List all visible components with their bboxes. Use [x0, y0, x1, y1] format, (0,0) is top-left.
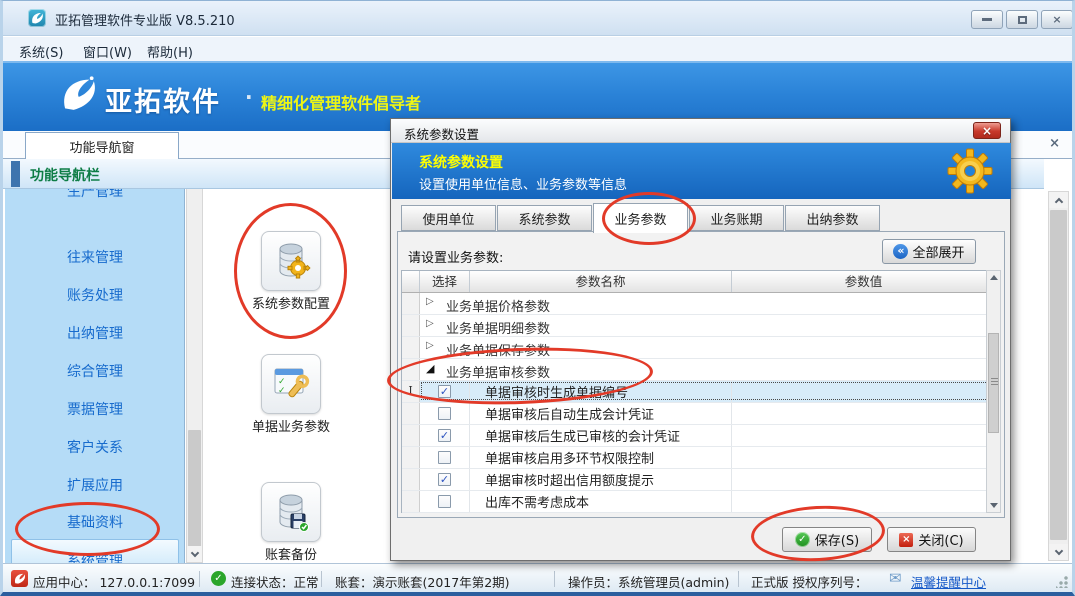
close-x-icon: × — [899, 532, 914, 547]
dialog-title: 系统参数设置 — [404, 127, 480, 142]
dialog-close-button[interactable]: × — [973, 122, 1001, 139]
reminder-center-link[interactable]: 温馨提醒中心 — [911, 572, 986, 591]
status-license: 正式版 授权序列号： — [751, 575, 868, 590]
scrollbar-thumb[interactable] — [988, 333, 999, 433]
database-backup-icon — [279, 494, 309, 532]
col-name[interactable]: 参数名称 — [470, 271, 732, 292]
brand-slogan: 精细化管理软件倡导者 — [261, 94, 422, 113]
system-params-dialog: 系统参数设置 × 系统参数设置 设置使用单位信息、业务参数等信息 使用单位 系统… — [390, 118, 1011, 561]
tab-business-period[interactable]: 业务账期 — [689, 205, 784, 231]
sidebar-item-crm[interactable]: 客户关系 — [5, 437, 184, 459]
sidebar-item-bills[interactable]: 票据管理 — [5, 399, 184, 421]
sidebar-item-cashier[interactable]: 出纳管理 — [5, 323, 184, 345]
menu-window[interactable]: 窗口(W) — [77, 40, 138, 63]
menu-help[interactable]: 帮助(H) — [141, 40, 199, 63]
expand-all-icon: « — [893, 244, 909, 259]
table-row[interactable]: ▷ 业务单据明细参数 — [402, 315, 995, 337]
status-bar: 应用中心： 127.0.0.1:7099 ✓ 连接状态：正常 账套：演示账套(2… — [3, 563, 1072, 592]
maximize-button[interactable] — [1006, 10, 1038, 29]
col-value[interactable]: 参数值 — [732, 271, 995, 292]
dialog-header-subtitle: 设置使用单位信息、业务参数等信息 — [419, 178, 628, 193]
sidebar-item-comprehensive[interactable]: 综合管理 — [5, 361, 184, 383]
resize-grip[interactable] — [1056, 576, 1068, 588]
content-close-icon[interactable]: × — [1049, 136, 1060, 151]
statusbar-logo-icon — [11, 570, 28, 587]
tab-cashier-params[interactable]: 出纳参数 — [785, 205, 880, 231]
sidebar-item-extensions[interactable]: 扩展应用 — [5, 475, 184, 497]
window-title: 亚拓管理软件专业版 V8.5.210 — [55, 14, 235, 29]
table-scrollbar[interactable] — [986, 270, 1001, 513]
mail-icon: ✉ — [889, 569, 902, 587]
scroll-down-icon[interactable] — [990, 503, 998, 508]
app-window: 亚拓管理软件专业版 V8.5.210 × 系统(S) 窗口(W) 帮助(H) 亚… — [0, 0, 1075, 596]
table-header: 选择 参数名称 参数值 — [402, 271, 995, 293]
sidebar-item-transactions[interactable]: 往来管理 — [5, 247, 184, 269]
svg-text:✓: ✓ — [278, 386, 286, 396]
table-row[interactable]: ▷ 业务单据价格参数 — [402, 293, 995, 315]
nav-bar-title: 功能导航栏 — [30, 168, 100, 184]
scroll-down-icon[interactable] — [1049, 544, 1068, 560]
scroll-up-icon[interactable] — [1049, 192, 1068, 208]
collapsed-triangle-icon[interactable]: ▷ — [426, 296, 434, 307]
gear-icon — [947, 148, 993, 198]
form-wrench-icon: ✓ ✓ — [274, 368, 310, 398]
shortcut-label-backup[interactable]: 账套备份 — [221, 544, 361, 563]
table-row[interactable]: 单据审核后生成已审核的会计凭证 — [402, 425, 995, 447]
status-operator: 操作员：系统管理员(admin) — [568, 575, 730, 590]
col-select[interactable]: 选择 — [420, 271, 470, 292]
collapsed-triangle-icon[interactable]: ▷ — [426, 318, 434, 329]
scrollbar-thumb[interactable] — [1050, 210, 1067, 540]
shortcut-doc-business-params[interactable]: ✓ ✓ — [261, 354, 321, 414]
menu-system[interactable]: 系统(S) — [13, 40, 69, 63]
close-button[interactable]: × 关闭(C) — [887, 527, 976, 552]
expand-all-label: 全部展开 — [912, 246, 965, 261]
checkbox-checked[interactable] — [438, 473, 451, 486]
brand-dot: · — [245, 85, 253, 109]
checkbox-unchecked[interactable] — [438, 407, 451, 420]
collapsed-triangle-icon[interactable]: ▷ — [426, 340, 434, 351]
tab-usage-unit[interactable]: 使用单位 — [401, 205, 496, 231]
table-row[interactable]: 单据审核时超出信用额度提示 — [402, 469, 995, 491]
brand-logo-icon — [55, 71, 101, 121]
table-row[interactable]: 单据审核启用多环节权限控制 — [402, 447, 995, 469]
menu-bar: 系统(S) 窗口(W) 帮助(H) — [3, 37, 1072, 61]
status-account-set: 账套：演示账套(2017年第2期) — [335, 575, 510, 590]
checkbox-unchecked[interactable] — [438, 451, 451, 464]
scroll-down-icon[interactable] — [187, 546, 202, 562]
connection-ok-icon: ✓ — [211, 571, 226, 586]
scrollbar-thumb[interactable] — [188, 430, 201, 547]
window-close-button[interactable]: × — [1041, 10, 1072, 29]
annotation-circle-system-params-shortcut — [234, 203, 347, 339]
scroll-up-icon[interactable] — [989, 275, 998, 280]
dialog-title-bar: 系统参数设置 — [391, 119, 1010, 143]
shortcut-account-backup[interactable] — [261, 482, 321, 542]
app-logo-icon — [28, 9, 46, 27]
status-app-center: 应用中心： 127.0.0.1:7099 — [33, 575, 196, 590]
expand-all-button[interactable]: « 全部展开 — [882, 239, 976, 264]
tab-nav-window[interactable]: 功能导航窗 — [25, 132, 179, 159]
annotation-circle-system-management — [15, 502, 160, 556]
brand-name: 亚拓软件 — [105, 87, 221, 118]
tab-system-params[interactable]: 系统参数 — [497, 205, 592, 231]
table-row[interactable]: 出库不需考虑成本 — [402, 491, 995, 513]
status-connection: 连接状态：正常 — [231, 575, 319, 590]
dialog-header: 系统参数设置 设置使用单位信息、业务参数等信息 — [392, 143, 1011, 199]
params-prompt: 请设置业务参数: — [408, 251, 504, 266]
dialog-header-title: 系统参数设置 — [419, 155, 503, 171]
sidebar-scrollbar[interactable] — [186, 159, 203, 563]
checkbox-checked[interactable] — [438, 429, 451, 442]
main-scrollbar[interactable] — [1048, 191, 1069, 561]
annotation-circle-business-params-tab — [602, 192, 696, 245]
minimize-button[interactable] — [971, 10, 1003, 29]
table-row[interactable]: 单据审核后自动生成会计凭证 — [402, 403, 995, 425]
checkbox-unchecked[interactable] — [438, 495, 451, 508]
nav-bar-accent — [11, 161, 20, 187]
sidebar-item-accounting[interactable]: 账务处理 — [5, 285, 184, 307]
title-bar: 亚拓管理软件专业版 V8.5.210 × — [3, 1, 1072, 36]
shortcut-label-doc-params[interactable]: 单据业务参数 — [221, 416, 361, 435]
